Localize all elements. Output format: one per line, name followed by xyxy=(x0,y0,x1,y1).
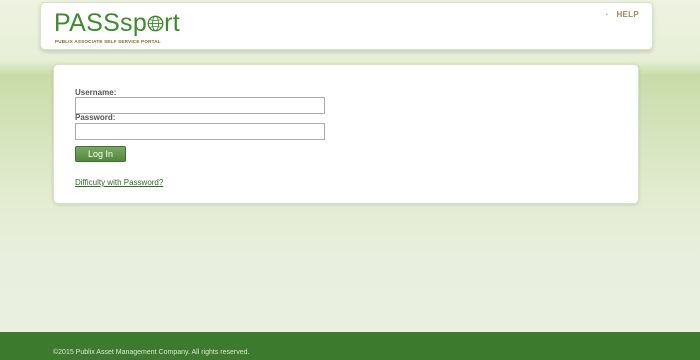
logo-wordmark: PASSsp rt xyxy=(54,9,180,37)
globe-icon xyxy=(147,15,164,32)
login-form: Username: Password: Log In Difficulty wi… xyxy=(53,64,639,204)
passport-logo[interactable]: PASSsp rt PUBLIX ASSOCIATE SELF SERVICE … xyxy=(54,9,180,47)
logo-sport-p: p xyxy=(132,9,148,37)
bullet-separator: · xyxy=(605,10,609,19)
header-links: · HELP xyxy=(606,10,639,19)
header-bar: PASSsp rt PUBLIX ASSOCIATE SELF SERVICE … xyxy=(40,2,653,50)
copyright-text: ©2015 Publix Asset Management Company. A… xyxy=(53,349,250,356)
logo-prefix: PASS xyxy=(54,9,121,37)
username-input[interactable] xyxy=(75,97,325,114)
logo-tagline: PUBLIX ASSOCIATE SELF SERVICE PORTAL xyxy=(55,39,161,44)
login-button[interactable]: Log In xyxy=(75,146,126,162)
password-label: Password: xyxy=(75,113,116,122)
password-input[interactable] xyxy=(75,123,325,140)
footer-bar: ©2015 Publix Asset Management Company. A… xyxy=(0,332,700,360)
logo-suffix: rt xyxy=(164,9,180,37)
password-help-link[interactable]: Difficulty with Password? xyxy=(75,178,163,187)
username-label: Username: xyxy=(75,88,117,97)
logo-sport-s: s xyxy=(120,9,133,37)
help-link[interactable]: HELP xyxy=(616,10,639,19)
